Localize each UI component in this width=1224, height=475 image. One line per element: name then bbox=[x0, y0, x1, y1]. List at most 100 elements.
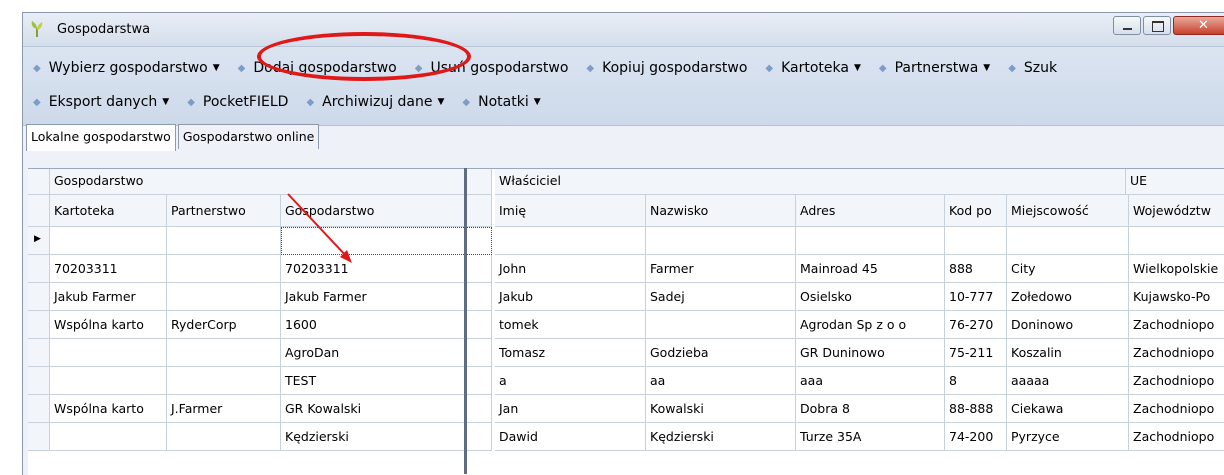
table-cell[interactable]: Pyrzyce bbox=[1007, 423, 1129, 451]
table-cell[interactable]: Dobra 8 bbox=[796, 395, 945, 423]
table-cell[interactable]: Osielsko bbox=[796, 283, 945, 311]
table-cell[interactable]: Tomasz bbox=[495, 339, 646, 367]
table-cell[interactable]: AgroDan bbox=[281, 339, 492, 367]
table-cell[interactable] bbox=[50, 227, 167, 255]
table-cell[interactable]: Zołedowo bbox=[1007, 283, 1129, 311]
archiwizuj-dane-button[interactable]: ◆ Archiwizuj dane ▼ bbox=[306, 94, 444, 110]
row-selector[interactable] bbox=[28, 367, 50, 395]
kartoteka-button[interactable]: ◆ Kartoteka ▼ bbox=[765, 60, 861, 76]
column-header-miejscowosc[interactable]: Miejscowość bbox=[1007, 195, 1129, 227]
table-cell[interactable] bbox=[1007, 227, 1129, 255]
column-header-partnerstwo[interactable]: Partnerstwo bbox=[167, 195, 281, 227]
table-cell[interactable] bbox=[167, 339, 281, 367]
table-cell[interactable] bbox=[167, 423, 281, 451]
wybierz-gospodarstwo-button[interactable]: ◆ Wybierz gospodarstwo ▼ bbox=[33, 60, 220, 76]
column-header-wojewodztw[interactable]: Województw bbox=[1129, 195, 1224, 227]
table-cell[interactable]: 70203311 bbox=[281, 255, 492, 283]
table-cell[interactable] bbox=[50, 423, 167, 451]
table-cell[interactable]: GR Duninowo bbox=[796, 339, 945, 367]
table-cell[interactable]: 75-211 bbox=[945, 339, 1007, 367]
table-cell[interactable]: 10-777 bbox=[945, 283, 1007, 311]
table-cell[interactable]: 1600 bbox=[281, 311, 492, 339]
column-header-adres[interactable]: Adres bbox=[796, 195, 945, 227]
table-cell[interactable]: 70203311 bbox=[50, 255, 167, 283]
dodaj-gospodarstwo-button[interactable]: ◆ Dodaj gospodarstwo bbox=[238, 60, 397, 76]
table-cell[interactable]: a bbox=[495, 367, 646, 395]
table-cell[interactable]: Koszalin bbox=[1007, 339, 1129, 367]
row-selector[interactable] bbox=[28, 311, 50, 339]
table-cell[interactable] bbox=[1129, 227, 1224, 255]
table-cell[interactable] bbox=[167, 227, 281, 255]
table-cell[interactable]: aaa bbox=[796, 367, 945, 395]
column-header-gospodarstwo[interactable]: Gospodarstwo bbox=[281, 195, 492, 227]
table-cell[interactable]: Agrodan Sp z o o bbox=[796, 311, 945, 339]
table-cell[interactable]: Doninowo bbox=[1007, 311, 1129, 339]
table-cell[interactable]: Wielkopolskie bbox=[1129, 255, 1224, 283]
table-cell[interactable]: Wspólna karto bbox=[50, 395, 167, 423]
column-header-kartoteka[interactable]: Kartoteka bbox=[50, 195, 167, 227]
minimize-button[interactable] bbox=[1113, 16, 1141, 35]
partnerstwa-button[interactable]: ◆ Partnerstwa ▼ bbox=[879, 60, 990, 76]
table-cell[interactable]: 88-888 bbox=[945, 395, 1007, 423]
table-cell[interactable]: Zachodniopo bbox=[1129, 423, 1224, 451]
table-cell[interactable]: Jakub Farmer bbox=[50, 283, 167, 311]
table-cell[interactable] bbox=[646, 227, 796, 255]
table-cell[interactable] bbox=[281, 227, 492, 255]
tab-gospodarstwo-online[interactable]: Gospodarstwo online bbox=[177, 124, 320, 149]
table-cell[interactable]: GR Kowalski bbox=[281, 395, 492, 423]
table-cell[interactable]: Sadej bbox=[646, 283, 796, 311]
table-cell[interactable] bbox=[945, 227, 1007, 255]
row-selector[interactable] bbox=[28, 283, 50, 311]
usun-gospodarstwo-button[interactable]: ◆ Usuń gospodarstwo bbox=[415, 60, 569, 76]
table-cell[interactable]: Kowalski bbox=[646, 395, 796, 423]
szuk-button[interactable]: ◆ Szuk bbox=[1008, 60, 1057, 76]
table-cell[interactable]: Zachodniopo bbox=[1129, 367, 1224, 395]
table-cell[interactable] bbox=[495, 227, 646, 255]
pocketfield-button[interactable]: ◆ PocketFIELD bbox=[187, 94, 288, 110]
table-cell[interactable]: 74-200 bbox=[945, 423, 1007, 451]
table-cell[interactable]: RyderCorp bbox=[167, 311, 281, 339]
table-cell[interactable]: Turze 35A bbox=[796, 423, 945, 451]
table-cell[interactable]: Farmer bbox=[646, 255, 796, 283]
maximize-button[interactable] bbox=[1143, 16, 1171, 35]
column-header-kod-po[interactable]: Kod po bbox=[945, 195, 1007, 227]
table-cell[interactable]: John bbox=[495, 255, 646, 283]
column-header-nazwisko[interactable]: Nazwisko bbox=[646, 195, 796, 227]
table-cell[interactable] bbox=[167, 283, 281, 311]
table-cell[interactable] bbox=[50, 339, 167, 367]
table-cell[interactable]: Jakub bbox=[495, 283, 646, 311]
table-cell[interactable] bbox=[167, 367, 281, 395]
table-cell[interactable]: Godzieba bbox=[646, 339, 796, 367]
table-cell[interactable]: aa bbox=[646, 367, 796, 395]
table-cell[interactable]: 76-270 bbox=[945, 311, 1007, 339]
table-cell[interactable]: Mainroad 45 bbox=[796, 255, 945, 283]
eksport-danych-button[interactable]: ◆ Eksport danych ▼ bbox=[33, 94, 169, 110]
table-cell[interactable]: Kujawsko-Po bbox=[1129, 283, 1224, 311]
table-cell[interactable]: City bbox=[1007, 255, 1129, 283]
kopiuj-gospodarstwo-button[interactable]: ◆ Kopiuj gospodarstwo bbox=[586, 60, 747, 76]
table-cell[interactable] bbox=[796, 227, 945, 255]
notatki-button[interactable]: ◆ Notatki ▼ bbox=[462, 94, 540, 110]
table-cell[interactable]: Kędzierski bbox=[281, 423, 492, 451]
table-cell[interactable] bbox=[167, 255, 281, 283]
table-cell[interactable]: Jan bbox=[495, 395, 646, 423]
table-cell[interactable]: tomek bbox=[495, 311, 646, 339]
table-cell[interactable]: 888 bbox=[945, 255, 1007, 283]
table-cell[interactable]: TEST bbox=[281, 367, 492, 395]
table-cell[interactable] bbox=[646, 311, 796, 339]
table-cell[interactable] bbox=[50, 367, 167, 395]
table-cell[interactable]: 8 bbox=[945, 367, 1007, 395]
row-selector[interactable] bbox=[28, 339, 50, 367]
row-selector[interactable] bbox=[28, 395, 50, 423]
table-cell[interactable]: Kędzierski bbox=[646, 423, 796, 451]
table-cell[interactable]: Ciekawa bbox=[1007, 395, 1129, 423]
column-header-imie[interactable]: Imię bbox=[495, 195, 646, 227]
close-button[interactable]: ✕ bbox=[1173, 16, 1224, 35]
table-cell[interactable]: Wspólna karto bbox=[50, 311, 167, 339]
table-cell[interactable]: Zachodniopo bbox=[1129, 395, 1224, 423]
row-selector[interactable] bbox=[28, 255, 50, 283]
table-cell[interactable]: Jakub Farmer bbox=[281, 283, 492, 311]
row-selector[interactable] bbox=[28, 423, 50, 451]
table-cell[interactable]: Dawid bbox=[495, 423, 646, 451]
tab-lokalne-gospodarstwo[interactable]: Lokalne gospodarstwo bbox=[26, 124, 176, 151]
